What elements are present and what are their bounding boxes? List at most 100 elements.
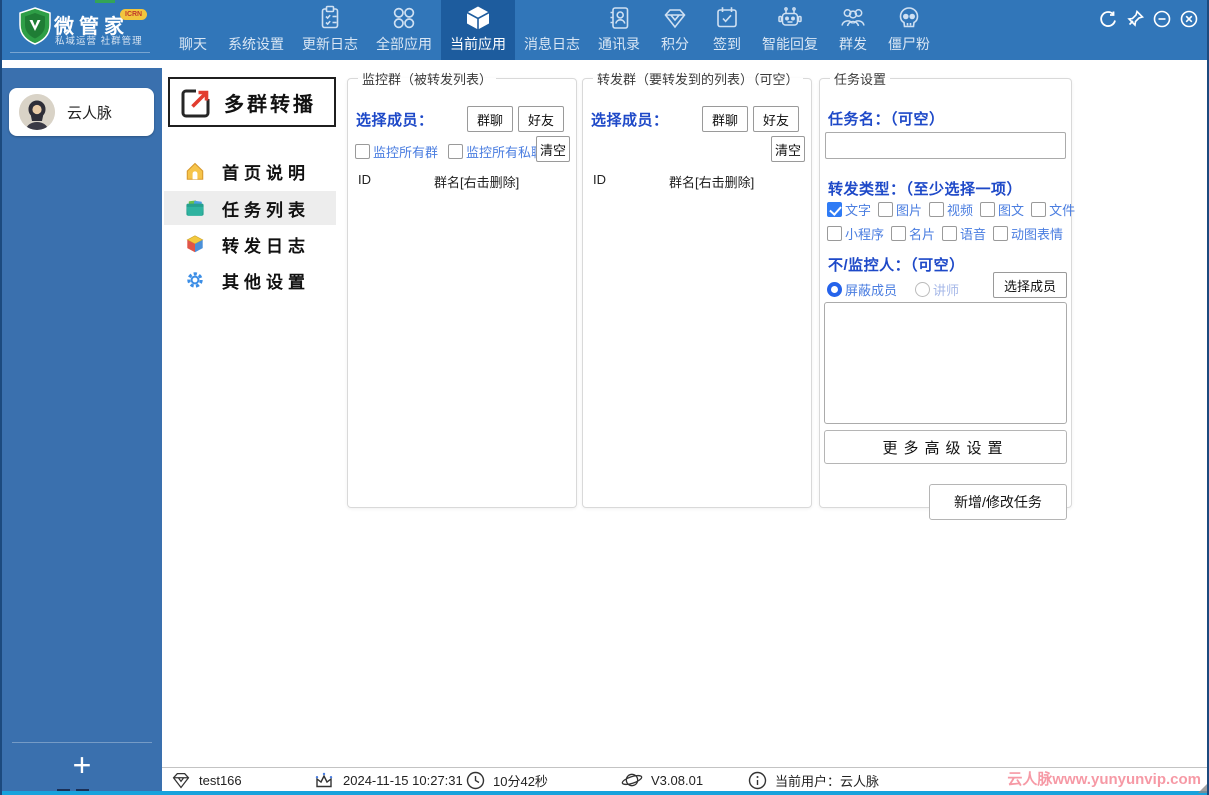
app-window: 微管家 ICRN 私域运营 社群管理 聊天 系统设置 (0, 0, 1209, 795)
empty-icon (239, 1, 273, 34)
task-panel-legend: 任务设置 (830, 69, 890, 88)
main-nav: 聊天 系统设置 更新日志 (167, 0, 939, 60)
member-list-box[interactable] (824, 302, 1067, 424)
task-name-label: 任务名：（可空） (828, 108, 945, 129)
clear-button[interactable]: 清空 (536, 136, 570, 162)
type-image-checkbox[interactable] (878, 202, 893, 217)
minimize-icon[interactable] (1151, 8, 1172, 29)
group-icon (836, 1, 870, 34)
empty-icon (176, 1, 210, 34)
cube-icon (461, 1, 495, 34)
diamond-icon (658, 1, 692, 34)
nav-zombie-fans[interactable]: 僵尸粉 (879, 0, 939, 60)
select-members-label: 选择成员： (591, 109, 669, 130)
home-icon (184, 160, 206, 182)
type-miniprogram-checkbox[interactable] (827, 226, 842, 241)
monitor-list-header: ID 群名[右击删除] (358, 172, 566, 191)
block-member-radio[interactable] (827, 282, 842, 297)
type-file-checkbox[interactable] (1031, 202, 1046, 217)
group-chat-button[interactable]: 群聊 (467, 106, 513, 132)
app-subtitle: 私域运营 社群管理 (55, 33, 143, 47)
current-app-title: 多群转播 (224, 88, 316, 117)
status-current-user: 当前用户：云人脉 (747, 768, 879, 792)
status-uptime: 10分42秒 (465, 768, 548, 792)
nav-chat[interactable]: 聊天 (167, 0, 219, 60)
type-card-checkbox[interactable] (891, 226, 906, 241)
type-imagetext-checkbox[interactable] (980, 202, 995, 217)
add-modify-task-button[interactable]: 新增/修改任务 (929, 484, 1067, 520)
forward-list-header: ID 群名[右击删除] (593, 172, 801, 191)
nav-all-apps[interactable]: 全部应用 (367, 0, 441, 60)
nav-update-log[interactable]: 更新日志 (293, 0, 367, 60)
grid-icon (387, 1, 421, 34)
content-area: 多群转播 首页说明 任务列表 (162, 60, 1207, 795)
add-account-button[interactable]: + (2, 743, 162, 787)
column-id: ID (358, 172, 434, 191)
type-voice-checkbox[interactable] (942, 226, 957, 241)
monitor-all-groups-checkbox[interactable] (355, 144, 370, 159)
monitor-all-groups-label[interactable]: 监控所有群 (373, 142, 438, 161)
nav-message-log[interactable]: 消息日志 (515, 0, 589, 60)
lecturer-radio[interactable] (915, 282, 930, 297)
lecturer-label[interactable]: 讲师 (933, 280, 959, 299)
nav-points[interactable]: 积分 (649, 0, 701, 60)
menu-item-task-list[interactable]: 任务列表 (164, 191, 336, 225)
forward-type-row2: 小程序 名片 语音 动图表情 (827, 224, 1069, 243)
column-group-name: 群名[右击删除] (669, 172, 754, 191)
refresh-icon[interactable] (1097, 8, 1118, 29)
friend-button[interactable]: 好友 (518, 106, 564, 132)
nav-mass-send[interactable]: 群发 (827, 0, 879, 60)
account-item[interactable]: 云人脉 (9, 88, 154, 136)
forward-type-row1: 文字 图片 视频 图文 文件 (827, 200, 1069, 219)
skull-icon (892, 1, 926, 34)
avatar (19, 94, 55, 130)
log-box-icon (184, 233, 206, 255)
gear-icon (184, 269, 206, 291)
gem-icon (170, 768, 192, 792)
menu-item-other-settings[interactable]: 其他设置 (164, 263, 336, 297)
broadcast-export-icon (178, 84, 214, 120)
group-chat-button[interactable]: 群聊 (702, 106, 748, 132)
block-member-label[interactable]: 屏蔽成员 (845, 280, 897, 299)
logo-badge: ICRN (120, 9, 147, 20)
nav-auto-reply[interactable]: 智能回复 (753, 0, 827, 60)
nav-system-settings[interactable]: 系统设置 (219, 0, 293, 60)
current-app-header: 多群转播 (168, 77, 336, 127)
body-row: 云人脉 + 多群转播 (2, 60, 1207, 795)
menu-item-home[interactable]: 首页说明 (164, 154, 336, 188)
column-group-name: 群名[右击删除] (434, 172, 519, 191)
pin-icon[interactable] (1124, 8, 1145, 29)
contacts-icon (602, 1, 636, 34)
monitor-all-private-label[interactable]: 监控所有私聊 (466, 142, 544, 161)
task-folder-icon (184, 197, 206, 219)
planet-icon (620, 769, 644, 791)
nav-current-app[interactable]: 当前应用 (441, 0, 515, 60)
resize-grip[interactable] (1198, 784, 1207, 793)
task-name-input[interactable] (825, 132, 1066, 159)
select-member-button[interactable]: 选择成员 (993, 272, 1067, 298)
status-account: test166 (170, 768, 242, 792)
select-members-label: 选择成员： (356, 109, 434, 130)
close-icon[interactable] (1178, 8, 1199, 29)
watermark-text: 云人脉www.yunyunvip.com (1007, 768, 1201, 789)
menu-item-forward-log[interactable]: 转发日志 (164, 227, 336, 261)
crown-icon (312, 768, 336, 792)
forward-panel-legend: 转发群（要转发到的列表）（可空） (593, 69, 803, 88)
type-gif-checkbox[interactable] (993, 226, 1008, 241)
nav-contacts[interactable]: 通讯录 (589, 0, 649, 60)
shield-logo-icon (18, 7, 52, 45)
window-controls (1097, 8, 1199, 29)
monitor-all-private-checkbox[interactable] (448, 144, 463, 159)
not-monitor-label: 不/监控人：（可空） (828, 254, 965, 275)
window-bottom-edge (2, 791, 1207, 795)
empty-icon (535, 1, 569, 34)
topbar: 微管家 ICRN 私域运营 社群管理 聊天 系统设置 (2, 0, 1207, 60)
type-video-checkbox[interactable] (929, 202, 944, 217)
type-text-checkbox[interactable] (827, 202, 842, 217)
clear-button[interactable]: 清空 (771, 136, 805, 162)
more-advanced-settings-button[interactable]: 更多高级设置 (824, 430, 1067, 464)
nav-checkin[interactable]: 签到 (701, 0, 753, 60)
forward-type-label: 转发类型：（至少选择一项） (828, 178, 1022, 199)
friend-button[interactable]: 好友 (753, 106, 799, 132)
status-version: V3.08.01 (620, 768, 703, 792)
